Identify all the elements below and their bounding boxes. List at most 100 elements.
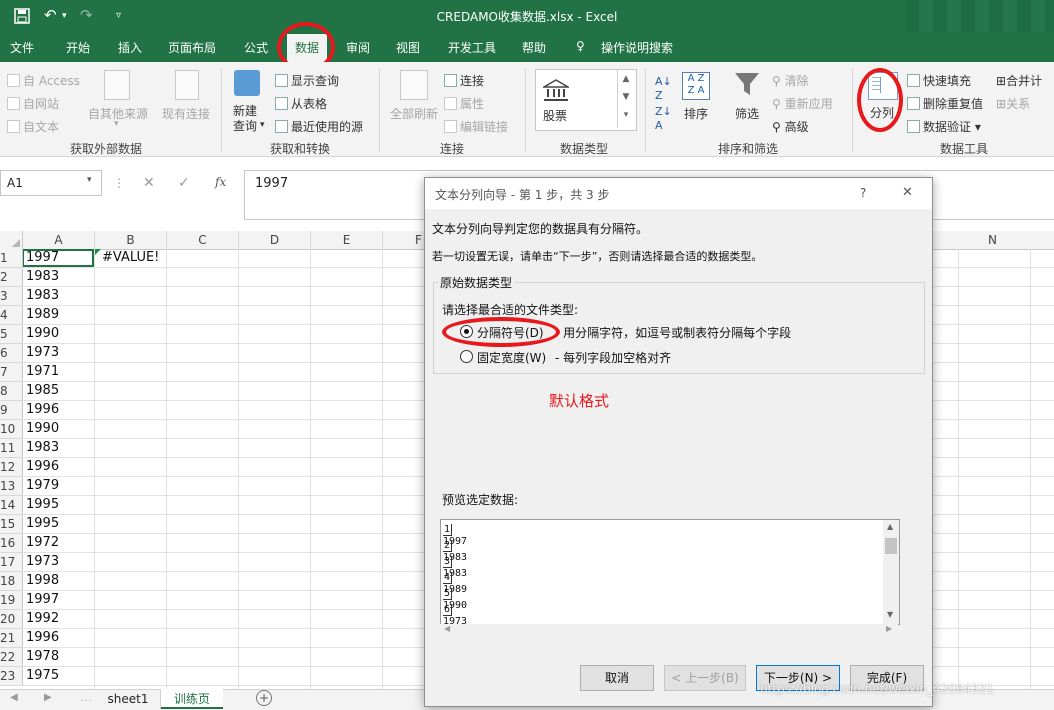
data-validation-button[interactable]: 数据验证 ▾ <box>907 118 981 135</box>
cell-a[interactable]: 1998 <box>26 573 59 588</box>
scroll-down-icon[interactable]: ▼ <box>887 610 893 619</box>
advanced-button[interactable]: ⚲ 高级 <box>772 118 809 135</box>
row-header[interactable]: 13 <box>0 477 23 496</box>
properties-button[interactable]: 属性 <box>444 95 484 112</box>
tab-developer[interactable]: 开发工具 <box>448 39 496 56</box>
from-text-button[interactable]: 自文本 <box>7 118 59 135</box>
chevron-down-icon[interactable]: ▾ <box>62 11 67 21</box>
row-header[interactable]: 16 <box>0 534 23 553</box>
row-header[interactable]: 23 <box>0 667 23 686</box>
customize-toolbar-icon[interactable]: ▿ <box>116 10 121 21</box>
cancel-icon[interactable]: ✕ <box>143 175 155 191</box>
cell-a[interactable]: 1992 <box>26 611 59 626</box>
row-header[interactable]: 9 <box>0 401 23 420</box>
scroll-thumb[interactable] <box>885 538 897 554</box>
consolidate-button[interactable]: ⊞合并计 <box>996 72 1042 89</box>
row-header[interactable]: 10 <box>0 420 23 439</box>
tab-insert[interactable]: 插入 <box>118 39 142 56</box>
row-header[interactable]: 18 <box>0 572 23 591</box>
gallery-scroll[interactable]: ▲ ▼ ▾ <box>617 70 634 128</box>
column-header-d[interactable]: D <box>239 231 311 250</box>
scroll-left-icon[interactable]: ◀ <box>444 624 450 633</box>
cell-a[interactable]: 1990 <box>26 421 59 436</box>
cell-a[interactable]: 1990 <box>26 326 59 341</box>
row-header[interactable]: 15 <box>0 515 23 534</box>
lightbulb-icon[interactable]: ♀ <box>576 39 585 53</box>
save-icon[interactable] <box>14 8 30 24</box>
cell-a[interactable]: 1978 <box>26 649 59 664</box>
from-web-button[interactable]: 自网站 <box>7 95 59 112</box>
fixed-width-label[interactable]: 固定宽度(W) <box>477 349 546 366</box>
connections-button[interactable]: 连接 <box>444 72 484 89</box>
column-header-b[interactable]: B <box>95 231 167 250</box>
row-header[interactable]: 4 <box>0 306 23 325</box>
cell-a[interactable]: 1983 <box>26 288 59 303</box>
recent-sources-button[interactable]: 最近使用的源 <box>275 118 363 135</box>
cell-a[interactable]: 1973 <box>26 554 59 569</box>
scroll-left-icon[interactable]: ◀ <box>10 692 18 703</box>
row-header[interactable]: 2 <box>0 268 23 287</box>
sheet-tab-active[interactable]: 训练页 <box>161 689 223 709</box>
row-header[interactable]: 3 <box>0 287 23 306</box>
new-query-button[interactable]: 新建 查询 <box>233 104 257 134</box>
refresh-all-button[interactable]: 全部刷新 <box>390 105 438 122</box>
enter-icon[interactable]: ✓ <box>178 175 190 191</box>
tab-page-layout[interactable]: 页面布局 <box>168 39 216 56</box>
cell-a[interactable]: 1996 <box>26 459 59 474</box>
tell-me-search[interactable]: 操作说明搜索 <box>601 39 673 56</box>
scroll-right-icon[interactable]: ▶ <box>44 692 52 703</box>
reapply-button[interactable]: ⚲ 重新应用 <box>772 95 833 112</box>
show-queries-button[interactable]: 显示查询 <box>275 72 339 89</box>
cell-a[interactable]: 1983 <box>26 269 59 284</box>
cell-a[interactable]: 1983 <box>26 440 59 455</box>
row-header[interactable]: 8 <box>0 382 23 401</box>
tab-review[interactable]: 审阅 <box>346 39 370 56</box>
cell-a[interactable]: 1989 <box>26 307 59 322</box>
relationships-button[interactable]: ⊞关系 <box>996 95 1030 112</box>
preview-vscroll[interactable]: ▲ ▼ <box>883 520 899 624</box>
preview-hscroll[interactable]: ◀ ▶ <box>440 624 898 636</box>
close-button[interactable]: ✕ <box>902 185 913 200</box>
flash-fill-button[interactable]: 快速填充 <box>907 72 971 89</box>
cell-b[interactable]: #VALUE! <box>102 250 159 265</box>
cell-a[interactable]: 1985 <box>26 383 59 398</box>
name-box[interactable]: A1 ▾ <box>0 170 102 196</box>
row-header[interactable]: 22 <box>0 648 23 667</box>
tab-formulas[interactable]: 公式 <box>244 39 268 56</box>
column-header-n[interactable]: N <box>931 231 1054 250</box>
preview-box[interactable]: 11997 21983 31983 41989 51990 61973 ▲ ▼ <box>440 519 900 625</box>
cell-a[interactable]: 1996 <box>26 402 59 417</box>
insert-function-icon[interactable]: fx <box>215 175 226 189</box>
cell-a[interactable]: 1971 <box>26 364 59 379</box>
tab-view[interactable]: 视图 <box>396 39 420 56</box>
row-header[interactable]: 20 <box>0 610 23 629</box>
column-header-a[interactable]: A <box>23 231 95 250</box>
column-header-e[interactable]: E <box>311 231 383 250</box>
sheet-tab-sheet1[interactable]: sheet1 <box>96 689 161 709</box>
cancel-button[interactable]: 取消 <box>580 665 654 691</box>
chevron-down-icon[interactable]: ▾ <box>87 175 92 185</box>
from-table-button[interactable]: 从表格 <box>275 95 327 112</box>
sort-ascending-icon[interactable]: A↓ Z <box>655 75 672 103</box>
cell-a[interactable]: 1979 <box>26 478 59 493</box>
redo-icon[interactable]: ↷ <box>80 6 93 24</box>
scroll-up-icon[interactable]: ▲ <box>887 522 893 531</box>
row-header[interactable]: 5 <box>0 325 23 344</box>
select-all-corner[interactable] <box>0 231 23 250</box>
row-header[interactable]: 17 <box>0 553 23 572</box>
add-sheet-button[interactable]: + <box>256 690 272 706</box>
cell-a[interactable]: 1975 <box>26 668 59 683</box>
tab-help[interactable]: 帮助 <box>522 39 546 56</box>
row-header[interactable]: 11 <box>0 439 23 458</box>
cell-a[interactable]: 1973 <box>26 345 59 360</box>
remove-duplicates-button[interactable]: 删除重复值 <box>907 95 983 112</box>
cell-a[interactable]: 1995 <box>26 516 59 531</box>
row-header[interactable]: 7 <box>0 363 23 382</box>
from-access-button[interactable]: 自 Access <box>7 72 80 89</box>
cell-a[interactable]: 1995 <box>26 497 59 512</box>
sort-button[interactable]: 排序 <box>684 105 708 122</box>
cell-a[interactable]: 1972 <box>26 535 59 550</box>
fixed-width-radio[interactable] <box>460 350 473 363</box>
cell-a[interactable]: 1997 <box>26 592 59 607</box>
tab-file[interactable]: 文件 <box>10 39 34 56</box>
